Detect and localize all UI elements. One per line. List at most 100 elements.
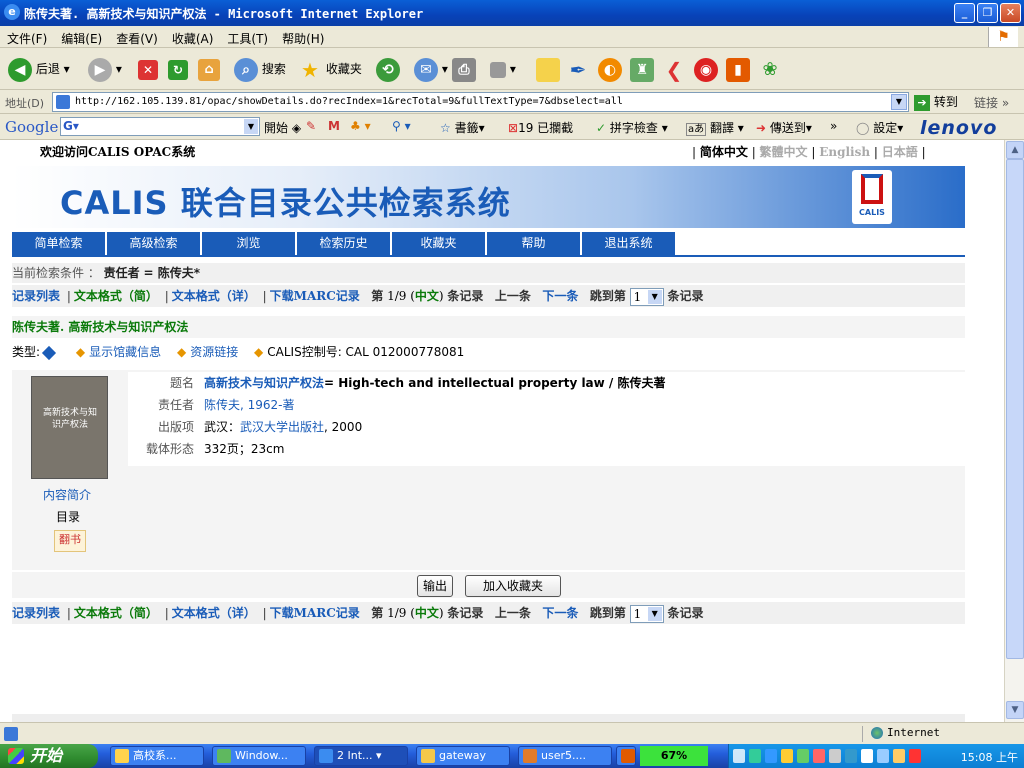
task-item[interactable]: Window... [212, 746, 306, 766]
print-button[interactable]: ⎙ [452, 56, 476, 82]
prev-record-link[interactable]: 上一条 [495, 289, 531, 303]
more-chevron-icon[interactable]: » [830, 119, 837, 133]
full-format-link[interactable]: 文本格式（详） [172, 606, 256, 620]
toc-link[interactable]: 目录 [56, 508, 80, 525]
task-item[interactable] [616, 746, 636, 766]
go-button[interactable]: ➔ 转到 [914, 93, 958, 111]
spellcheck-button[interactable]: ✓ 拼字檢查 ▾ [596, 119, 668, 136]
google-share-icon[interactable]: ♣ ▾ [350, 119, 371, 133]
download-marc-link[interactable]: 下载MARC记录 [270, 289, 360, 303]
next-record-link[interactable]: 下一条 [542, 289, 578, 303]
google-bookmarks-button[interactable]: ☆ 書籤▾ [440, 119, 485, 136]
history-button[interactable]: ⟲ [376, 56, 400, 82]
task-item[interactable]: user5.... [518, 746, 612, 766]
search-label: 搜索 [261, 62, 286, 76]
discuss-button[interactable] [536, 56, 560, 82]
task-item-active[interactable]: 2 Int... ▾ [314, 746, 408, 766]
google-search-input[interactable]: G▾ ▼ [60, 117, 260, 136]
menu-bar: 文件(F) 编辑(E) 查看(V) 收藏(A) 工具(T) 帮助(H) ⚑ [0, 26, 1024, 48]
address-input[interactable]: http://162.105.139.81/opac/showDetails.d… [52, 92, 909, 112]
author-link[interactable]: 陈传夫, 1962-著 [204, 398, 295, 412]
lang-traditional[interactable]: 繁體中文 [760, 145, 808, 159]
nav-favorites[interactable]: 收藏夹 [392, 232, 486, 255]
google-news-icon[interactable]: ✎ [306, 119, 316, 133]
seal-icon: ◉ [694, 57, 718, 82]
favorites-button[interactable]: ★ 收藏夹 [298, 56, 362, 82]
back-button[interactable]: ◀ 后退 ▾ [8, 56, 70, 82]
start-button[interactable]: 开始 [0, 744, 98, 768]
home-icon: ⌂ [198, 58, 220, 81]
close-button[interactable]: ✕ [1000, 3, 1021, 23]
send-to-button[interactable]: ➜ 傳送到▾ [756, 119, 812, 136]
scroll-down-icon[interactable]: ▼ [1006, 701, 1024, 719]
holdings-link[interactable]: 显示馆藏信息 [89, 345, 161, 359]
addon-button-6[interactable]: ❀ [758, 56, 782, 82]
google-logo[interactable]: Google [5, 118, 58, 136]
links-button[interactable]: 链接 » [974, 94, 1009, 111]
gmail-icon[interactable]: M [328, 119, 340, 133]
bullet-icon: ◆ [254, 345, 264, 359]
resources-link[interactable]: 资源链接 [190, 345, 238, 359]
popup-blocker-button[interactable]: ⊠19 已攔截 [508, 119, 573, 136]
flip-book-icon[interactable]: 翻书 [54, 530, 86, 552]
record-list-link[interactable]: 记录列表 [12, 289, 60, 303]
home-button[interactable]: ⌂ [198, 56, 220, 82]
add-favorites-button[interactable]: 加入收藏夹 [465, 575, 561, 597]
record-list-link[interactable]: 记录列表 [12, 606, 60, 620]
nav-search-history[interactable]: 检索历史 [297, 232, 391, 255]
addon-button-1[interactable]: ◐ [598, 56, 622, 82]
maximize-button[interactable]: ❐ [977, 3, 998, 23]
google-settings-button[interactable]: ◯ 設定▾ [856, 119, 903, 136]
export-button[interactable]: 输出 [417, 575, 453, 597]
window-titlebar: e 陈传夫著. 高新技术与知识产权法 - Microsoft Internet … [0, 0, 1024, 26]
jump-to-select[interactable]: 1 ▼ [629, 604, 664, 623]
download-marc-link[interactable]: 下载MARC记录 [270, 606, 360, 620]
stop-button[interactable]: ✕ [138, 56, 158, 82]
task-item[interactable]: gateway [416, 746, 510, 766]
app-icon [115, 749, 129, 763]
minimize-button[interactable]: _ [954, 3, 975, 23]
mail-button[interactable]: ✉ ▾ [414, 56, 448, 82]
google-pagerank-icon[interactable]: ⚲ ▾ [392, 119, 411, 133]
star-icon: ★ [301, 57, 319, 82]
search-button[interactable]: ⌕ 搜索 [234, 56, 286, 82]
scroll-thumb[interactable] [1006, 159, 1024, 659]
taskbar: 开始 高校系... Window... 2 Int... ▾ gateway u… [0, 744, 1024, 768]
addon-button-5[interactable]: ▮ [726, 56, 750, 82]
edit-button[interactable]: ▾ [490, 56, 516, 82]
chevron-down-icon[interactable]: ▼ [244, 119, 258, 134]
addon-button-3[interactable]: ❮ [662, 56, 686, 82]
nav-logout[interactable]: 退出系统 [582, 232, 676, 255]
publisher-link[interactable]: 武汉大学出版社 [240, 420, 324, 434]
messenger-button[interactable]: ✒ [566, 56, 590, 82]
book-cover[interactable]: 高新技术与知识产权法 [31, 376, 108, 479]
lang-english[interactable]: English [819, 145, 870, 159]
lang-japanese[interactable]: 日本語 [882, 145, 918, 159]
summary-link[interactable]: 内容简介 [43, 486, 91, 503]
brief-format-link[interactable]: 文本格式（简） [74, 289, 158, 303]
nav-browse[interactable]: 浏览 [202, 232, 296, 255]
folder-icon [421, 749, 435, 763]
refresh-button[interactable]: ↻ [168, 56, 188, 82]
forward-button[interactable]: ▶ ▾ [88, 56, 122, 82]
next-record-link[interactable]: 下一条 [542, 606, 578, 620]
brief-format-link[interactable]: 文本格式（简） [74, 606, 158, 620]
field-publisher: 出版项 武汉：武汉大学出版社, 2000 [157, 420, 363, 434]
google-start-button[interactable]: 開始 ◈ [264, 119, 301, 136]
task-item[interactable]: 高校系... [110, 746, 204, 766]
translate-button[interactable]: aあ 翻譯 ▾ [686, 119, 744, 136]
addon-button-4[interactable]: ◉ [694, 56, 718, 82]
chevron-down-icon[interactable]: ▼ [891, 94, 907, 110]
scroll-up-icon[interactable]: ▲ [1006, 141, 1024, 159]
addon-button-2[interactable]: ♜ [630, 56, 654, 82]
jump-to-select[interactable]: 1 ▼ [629, 287, 664, 306]
lang-simplified[interactable]: 简体中文 [700, 145, 748, 159]
full-format-link[interactable]: 文本格式（详） [172, 289, 256, 303]
title-link[interactable]: 高新技术与知识产权法 [204, 376, 324, 390]
nav-help[interactable]: 帮助 [487, 232, 581, 255]
prev-record-link[interactable]: 上一条 [495, 606, 531, 620]
vertical-scrollbar[interactable]: ▲ ▼ [1004, 140, 1024, 722]
ie-icon: e [4, 4, 20, 20]
nav-advanced-search[interactable]: 高级检索 [107, 232, 201, 255]
nav-simple-search[interactable]: 简单检索 [12, 232, 106, 255]
